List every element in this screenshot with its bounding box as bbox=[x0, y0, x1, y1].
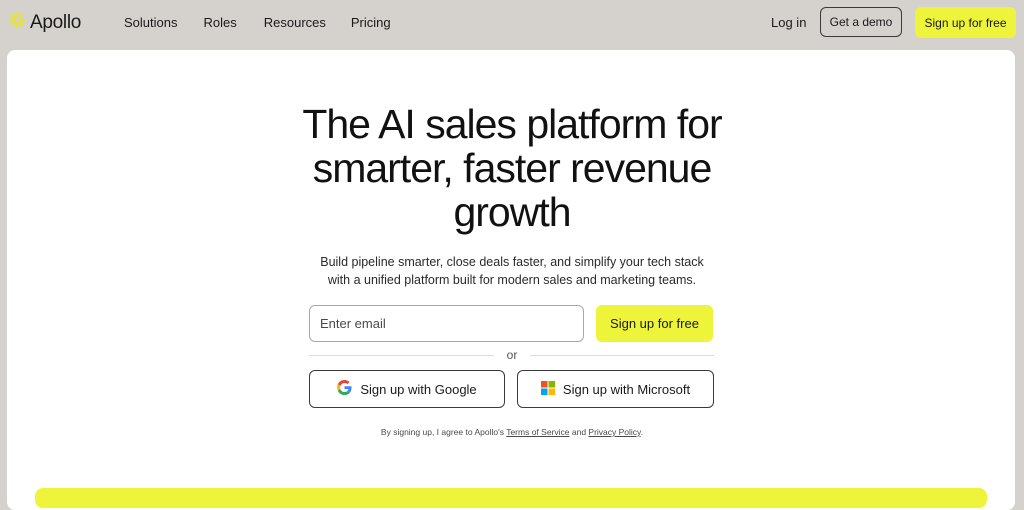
hero-signup-button[interactable]: Sign up for free bbox=[596, 305, 713, 342]
yellow-banner bbox=[35, 488, 987, 508]
top-navigation: Apollo Solutions Roles Resources Pricing… bbox=[0, 0, 1024, 46]
divider-right bbox=[530, 355, 714, 356]
nav-links: Solutions Roles Resources Pricing bbox=[124, 15, 391, 30]
legal-suffix: . bbox=[640, 427, 644, 437]
hero-subtext: Build pipeline smarter, close deals fast… bbox=[0, 253, 1024, 289]
privacy-policy-link[interactable]: Privacy Policy bbox=[588, 427, 640, 437]
terms-of-service-link[interactable]: Terms of Service bbox=[506, 427, 569, 437]
nav-link-solutions[interactable]: Solutions bbox=[124, 15, 177, 30]
google-icon bbox=[337, 380, 352, 398]
subtext-line-1: Build pipeline smarter, close deals fast… bbox=[320, 255, 704, 269]
microsoft-icon bbox=[540, 380, 555, 398]
or-separator: or bbox=[506, 348, 518, 362]
email-input[interactable] bbox=[309, 305, 584, 342]
nav-link-pricing[interactable]: Pricing bbox=[351, 15, 391, 30]
subtext-line-2: with a unified platform built for modern… bbox=[327, 273, 697, 287]
headline-line-3: growth bbox=[453, 189, 571, 235]
apollo-logo[interactable]: Apollo bbox=[8, 11, 81, 34]
microsoft-signup-button[interactable]: Sign up with Microsoft bbox=[517, 370, 714, 408]
google-signup-button[interactable]: Sign up with Google bbox=[309, 370, 505, 408]
get-demo-button[interactable]: Get a demo bbox=[820, 7, 902, 37]
microsoft-button-label: Sign up with Microsoft bbox=[562, 381, 691, 397]
divider-left bbox=[309, 355, 494, 356]
nav-link-resources[interactable]: Resources bbox=[264, 15, 326, 30]
headline-line-2: smarter, faster revenue bbox=[312, 145, 713, 191]
nav-signup-button[interactable]: Sign up for free bbox=[915, 7, 1016, 38]
headline-line-1: The AI sales platform for bbox=[302, 101, 722, 147]
google-button-label: Sign up with Google bbox=[360, 381, 477, 397]
brand-name: Apollo bbox=[30, 11, 82, 33]
legal-notice: By signing up, I agree to Apollo's Terms… bbox=[0, 427, 1024, 437]
sunburst-logo-icon bbox=[8, 11, 26, 34]
login-link[interactable]: Log in bbox=[771, 15, 806, 30]
legal-prefix: By signing up, I agree to Apollo's bbox=[380, 427, 507, 437]
nav-link-roles[interactable]: Roles bbox=[203, 15, 236, 30]
hero-headline: The AI sales platform for smarter, faste… bbox=[0, 102, 1024, 234]
legal-and: and bbox=[569, 427, 589, 437]
